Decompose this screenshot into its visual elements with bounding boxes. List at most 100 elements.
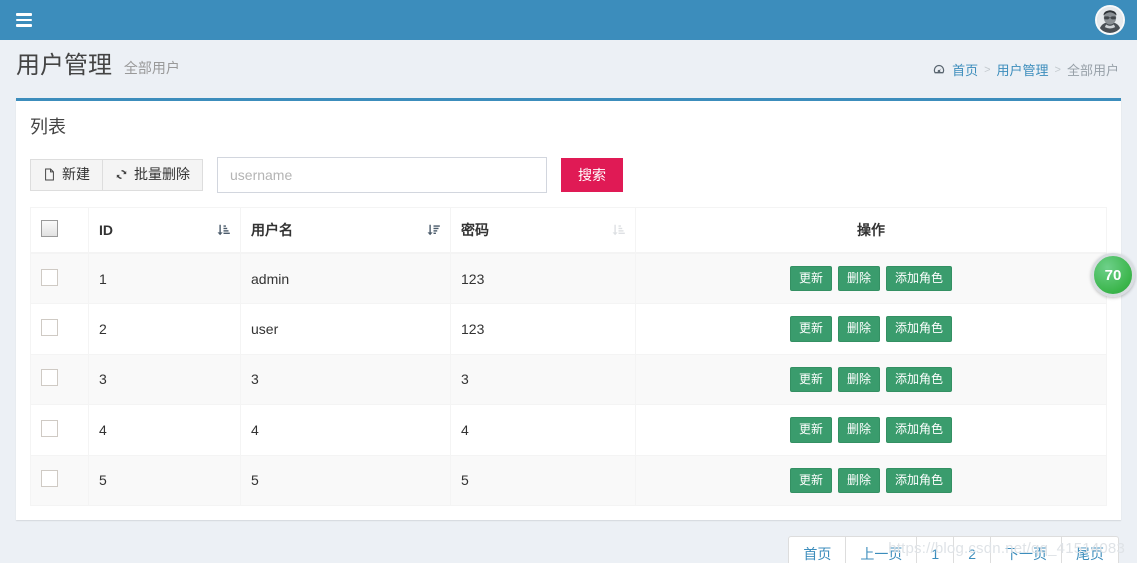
- avatar[interactable]: [1095, 5, 1125, 35]
- update-button[interactable]: 更新: [789, 266, 832, 292]
- cell-id: 5: [88, 454, 241, 506]
- th-select-all: [30, 207, 89, 254]
- panel-body: 新建 批量删除 搜索: [16, 149, 1121, 520]
- row-select-cell: [30, 454, 89, 506]
- cell-id: 1: [88, 252, 241, 305]
- cell-password: 4: [450, 404, 636, 456]
- delete-button[interactable]: 删除: [837, 316, 880, 342]
- th-id-label: ID: [99, 222, 113, 238]
- update-button[interactable]: 更新: [789, 366, 832, 393]
- file-icon: [45, 168, 54, 181]
- toolbar-button-group: 新建 批量删除: [30, 159, 203, 191]
- cell-id: 3: [88, 353, 241, 406]
- cell-id: 4: [88, 404, 241, 456]
- content-header: 用户管理 全部用户 首页 > 用户管理 > 全部用户: [0, 40, 1137, 98]
- hamburger-menu-icon[interactable]: [14, 6, 34, 34]
- cell-username: 4: [240, 404, 451, 456]
- table-row: 2 user 123 更新 删除 添加角色: [30, 303, 1107, 355]
- row-checkbox[interactable]: [41, 470, 58, 488]
- cell-password: 123: [450, 303, 636, 355]
- cell-operations: 更新 删除 添加角色: [635, 252, 1107, 305]
- table-body: 1 admin 123 更新 删除 添加角色 2 user 123 更新 删除 添加角色 3 3 3 更新 删除…: [30, 252, 1107, 506]
- page-title: 用户管理: [16, 52, 112, 79]
- update-button[interactable]: 更新: [789, 467, 832, 493]
- sort-descending-icon: [427, 224, 440, 236]
- panel-header: 列表: [16, 101, 1121, 149]
- panel-title: 列表: [30, 117, 66, 137]
- table-row: 4 4 4 更新 删除 添加角色: [30, 404, 1107, 456]
- cell-operations: 更新 删除 添加角色: [635, 303, 1107, 355]
- cell-password: 123: [450, 252, 636, 305]
- add-role-button[interactable]: 添加角色: [886, 316, 953, 342]
- cell-password: 3: [450, 353, 636, 406]
- row-action-group: 更新 删除 添加角色: [646, 366, 1096, 393]
- dashboard-icon: [933, 64, 945, 73]
- hamburger-bar: [16, 24, 32, 27]
- row-select-cell: [30, 353, 89, 406]
- table-row: 3 3 3 更新 删除 添加角色: [30, 353, 1107, 406]
- table-row: 1 admin 123 更新 删除 添加角色: [30, 252, 1107, 305]
- row-select-cell: [30, 303, 89, 355]
- table-toolbar: 新建 批量删除 搜索: [30, 155, 1107, 207]
- cell-operations: 更新 删除 添加角色: [635, 353, 1107, 406]
- add-role-button[interactable]: 添加角色: [886, 417, 953, 443]
- th-password-label: 密码: [461, 222, 489, 238]
- table-head: ID 用户名 密码 操作: [30, 207, 1107, 254]
- new-button-label: 新建: [62, 166, 90, 183]
- add-role-button[interactable]: 添加角色: [886, 266, 953, 292]
- hamburger-bar: [16, 13, 32, 16]
- cell-username: user: [240, 303, 451, 355]
- search-input[interactable]: [217, 157, 547, 193]
- cell-operations: 更新 删除 添加角色: [635, 454, 1107, 506]
- hamburger-bar: [16, 18, 32, 22]
- user-table: ID 用户名 密码 操作 1 admin 123 更新 删除 添加角色 2 us…: [30, 207, 1107, 506]
- add-role-button[interactable]: 添加角色: [886, 467, 953, 493]
- search-button[interactable]: 搜索: [561, 157, 623, 193]
- row-checkbox[interactable]: [41, 268, 58, 286]
- breadcrumb-item-home[interactable]: 首页: [952, 60, 978, 79]
- page-subtitle: 全部用户: [123, 60, 180, 76]
- update-button[interactable]: 更新: [789, 316, 832, 342]
- batch-delete-button[interactable]: 批量删除: [103, 159, 203, 191]
- top-navbar: [0, 0, 1137, 40]
- refresh-icon: [116, 170, 127, 180]
- breadcrumb-item-current: 全部用户: [1066, 63, 1119, 78]
- th-id[interactable]: ID: [88, 207, 241, 254]
- row-checkbox[interactable]: [41, 369, 58, 387]
- cell-operations: 更新 删除 添加角色: [635, 404, 1107, 456]
- sort-neutral-icon: [612, 224, 625, 236]
- cell-password: 5: [450, 454, 636, 506]
- th-password[interactable]: 密码: [450, 207, 636, 254]
- breadcrumb-item-user-management[interactable]: 用户管理: [997, 60, 1049, 79]
- sort-ascending-icon: [217, 224, 230, 236]
- avatar-photo-icon: [1097, 7, 1123, 33]
- table-row: 5 5 5 更新 删除 添加角色: [30, 454, 1107, 506]
- row-select-cell: [30, 252, 89, 305]
- cell-username: 5: [240, 454, 451, 506]
- row-checkbox[interactable]: [41, 419, 58, 437]
- select-all-checkbox[interactable]: [41, 220, 58, 237]
- row-checkbox[interactable]: [41, 319, 58, 337]
- breadcrumb: 首页 > 用户管理 > 全部用户: [932, 60, 1119, 79]
- th-operations: 操作: [635, 207, 1107, 254]
- add-role-button[interactable]: 添加角色: [886, 366, 953, 393]
- new-button[interactable]: 新建: [30, 159, 103, 191]
- delete-button[interactable]: 删除: [837, 467, 880, 493]
- score-badge[interactable]: 70: [1091, 253, 1135, 297]
- row-action-group: 更新 删除 添加角色: [646, 266, 1096, 292]
- breadcrumb-separator: >: [1054, 63, 1061, 76]
- cell-username: 3: [240, 353, 451, 406]
- delete-button[interactable]: 删除: [837, 266, 880, 292]
- breadcrumb-separator: >: [984, 63, 991, 76]
- row-action-group: 更新 删除 添加角色: [646, 316, 1096, 342]
- cell-id: 2: [88, 303, 241, 355]
- batch-delete-button-label: 批量删除: [134, 166, 190, 183]
- delete-button[interactable]: 删除: [837, 366, 880, 393]
- cell-username: admin: [240, 252, 451, 305]
- th-username-label: 用户名: [251, 222, 293, 238]
- pagination-first[interactable]: 首页: [788, 535, 847, 563]
- th-username[interactable]: 用户名: [240, 207, 451, 254]
- list-panel: 列表 新建 批量删除 username 搜索 ID 用户名 密码 操作 1 ad…: [16, 98, 1135, 520]
- delete-button[interactable]: 删除: [837, 417, 880, 443]
- update-button[interactable]: 更新: [789, 417, 832, 443]
